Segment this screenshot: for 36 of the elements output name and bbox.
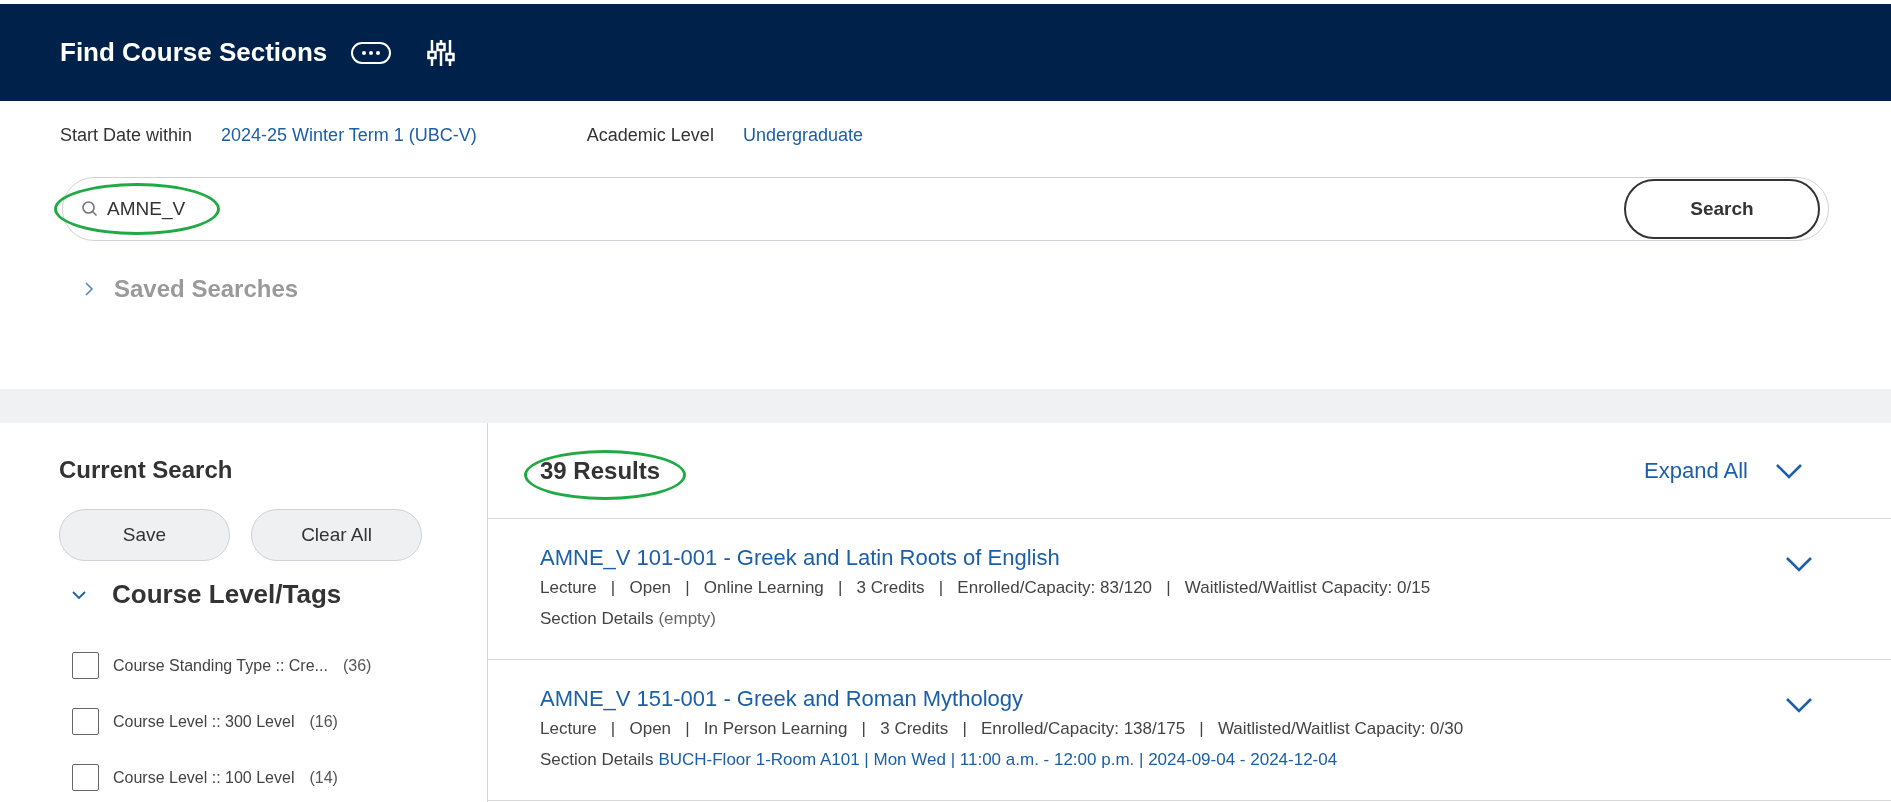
more-actions-button[interactable]: [351, 41, 392, 64]
course-title-link[interactable]: AMNE_V 101-001 - Greek and Latin Roots of English: [540, 544, 1785, 572]
action-button[interactable]: Save: [59, 509, 230, 561]
section-heading: Current Search: [59, 455, 234, 485]
facet-toggle[interactable]: Course Level/Tags: [71, 575, 342, 614]
search-icon: [81, 200, 99, 218]
course-meta: Lecture | Open | In Person Learning | 3 Credits | Enrolled/Capacity: 138/175 | Waitlisted/Waitlist Capacity: 0/30: [540, 718, 1465, 740]
search-value: AMNE_V: [107, 196, 186, 222]
option-label: Course Level :: 300 Level: [113, 711, 295, 732]
page-title: Find Course Sections: [60, 36, 328, 69]
details-label: Section Details: [540, 748, 654, 771]
details-value: (empty): [658, 607, 716, 630]
option-count: (14): [309, 767, 338, 788]
section-details-link[interactable]: BUCH-Floor 1-Room A101 | Mon Wed | 11:00 a.m. - 12:00 p.m. | 2024-09-04 - 2024-12-04: [658, 746, 1338, 772]
filter-value-link[interactable]: 2024-25 Winter Term 1 (UBC-V): [221, 121, 477, 149]
chevron-down-icon[interactable]: [1785, 556, 1813, 572]
filter-value-link[interactable]: Undergraduate: [742, 121, 863, 149]
option-label: Course Level :: 100 Level: [113, 767, 295, 788]
checkbox[interactable]: [72, 708, 99, 735]
filter-label: Start Date within: [60, 123, 193, 147]
filter-sliders-icon[interactable]: [427, 37, 456, 68]
checkbox[interactable]: [72, 652, 99, 679]
filter-label: Academic Level: [586, 123, 714, 147]
chevron-down-icon[interactable]: [1775, 462, 1803, 479]
course-title-link[interactable]: AMNE_V 151-001 - Greek and Roman Mythology: [540, 685, 1785, 713]
option-count: (36): [342, 655, 372, 676]
results-count: 39 Results: [540, 455, 661, 486]
checkbox[interactable]: [72, 764, 99, 791]
course-meta: Lecture | Open | Online Learning | 3 Credits | Enrolled/Capacity: 83/120 | Waitlisted/Waitlist Capacity: 0/15: [540, 577, 1432, 599]
option-count: (16): [309, 711, 338, 732]
expand-all-link[interactable]: Expand All: [1644, 454, 1748, 487]
action-button[interactable]: Clear All: [251, 509, 422, 561]
chevron-down-icon[interactable]: [1785, 697, 1813, 713]
details-label: Section Details: [540, 607, 654, 630]
search-button[interactable]: Search: [1624, 179, 1820, 239]
option-label: Course Standing Type :: Cre...: [113, 655, 328, 676]
